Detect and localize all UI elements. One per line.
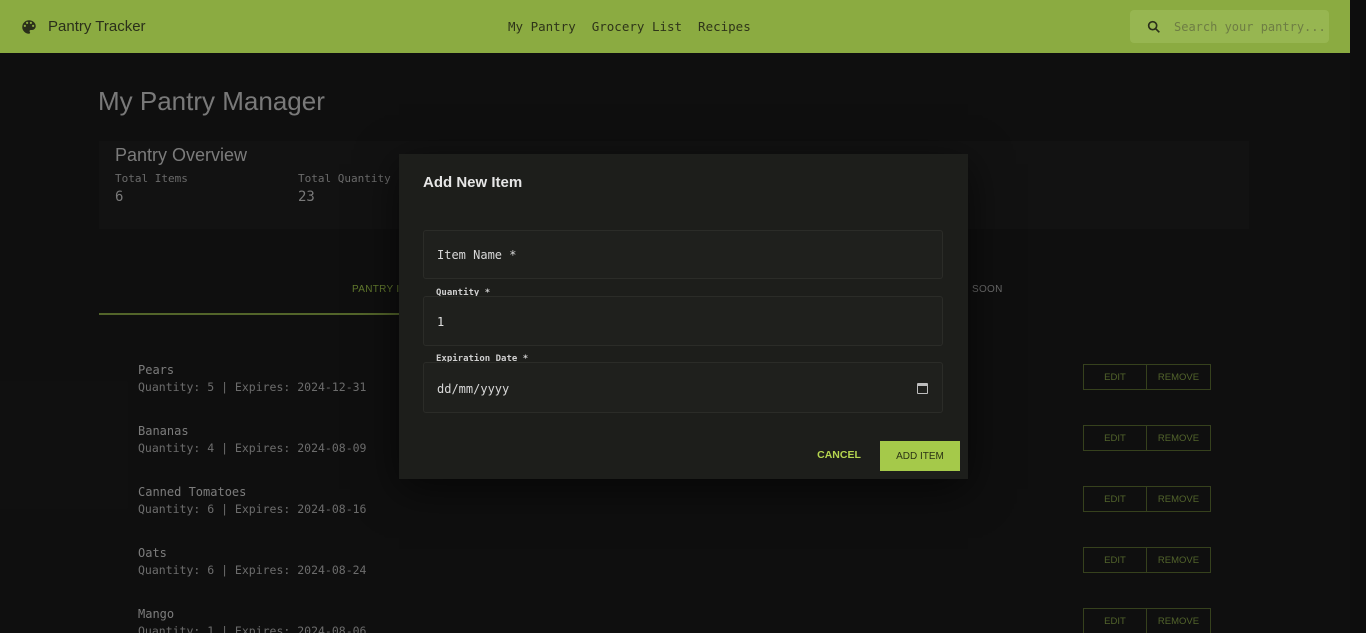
search-icon [1147,20,1160,33]
dialog-title: Add New Item [423,174,523,191]
app-bar: Pantry Tracker My Pantry Grocery List Re… [0,0,1350,53]
nav-recipes[interactable]: Recipes [698,19,751,34]
nav-my-pantry[interactable]: My Pantry [508,19,576,34]
quantity-field[interactable] [423,296,943,346]
main-nav: My Pantry Grocery List Recipes [508,0,751,53]
nav-grocery-list[interactable]: Grocery List [592,19,682,34]
add-item-button[interactable]: ADD ITEM [880,441,960,471]
search-box [1130,10,1329,43]
item-name-placeholder: Item Name * [437,248,517,262]
search-input[interactable] [1174,19,1324,34]
scrollbar[interactable] [1350,0,1366,633]
cancel-button[interactable]: CANCEL [807,442,871,468]
expiration-date-placeholder: dd/mm/yyyy [437,382,510,396]
quantity-input[interactable] [437,315,917,329]
calendar-icon[interactable] [917,383,928,394]
palette-icon [22,19,36,34]
app-title: Pantry Tracker [48,18,146,35]
add-item-dialog: Add New Item Item Name * Quantity * Expi… [399,154,968,479]
brand[interactable]: Pantry Tracker [20,0,146,53]
item-name-field[interactable]: Item Name * [423,230,943,279]
expiration-date-field[interactable]: dd/mm/yyyy [423,362,943,413]
